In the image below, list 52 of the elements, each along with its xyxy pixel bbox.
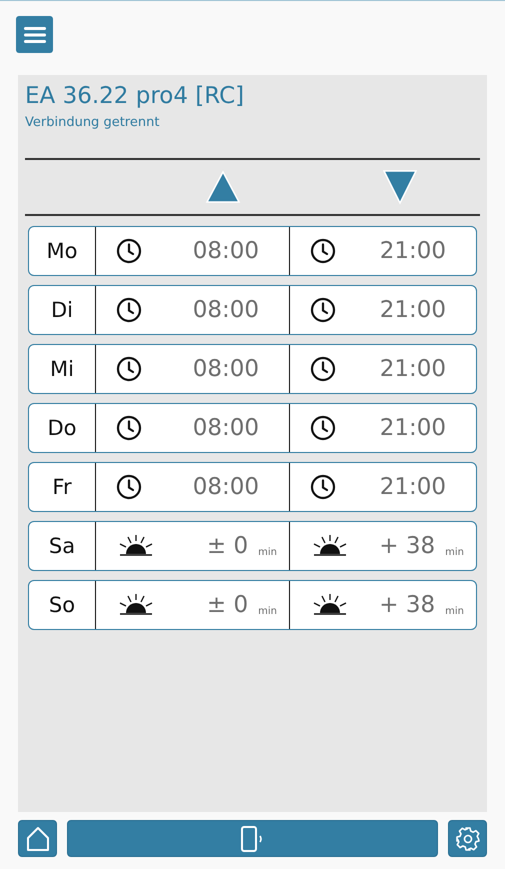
settings-icon [454,826,480,852]
offset-value: ± 0 [206,533,248,559]
day-label: Sa [29,522,96,570]
home-button[interactable] [18,820,57,857]
day-label: So [29,581,96,629]
device-title: EA 36.22 pro4 [RC] [25,83,246,109]
connection-status: Verbindung getrennt [25,115,160,130]
time-value: 21:00 [380,474,446,500]
day-label: Mo [29,227,96,275]
unit-label: min [445,546,464,558]
schedule-row[interactable]: Di 08:00 21:00 [28,285,477,335]
time-value: 08:00 [192,297,259,323]
clock-icon [310,415,336,441]
clock-icon [116,356,142,382]
time-value: 08:00 [192,356,259,382]
menu-button[interactable] [16,16,53,53]
up-triangle-icon [205,170,241,204]
unit-label: min [445,606,464,616]
menu-icon [22,24,46,44]
time-value: 21:00 [380,415,446,441]
unit-label: min [258,546,277,558]
time-value: 21:00 [380,297,446,323]
day-label: Di [29,286,96,334]
home-icon [26,826,50,852]
clock-icon [310,297,336,323]
time-value: 08:00 [192,415,259,441]
down-triangle-icon [382,169,418,205]
clock-icon [116,238,142,264]
schedule-row[interactable]: Do 08:00 21:00 [28,403,477,453]
clock-icon [310,238,336,264]
unit-label: min [258,606,277,616]
clock-icon [116,297,142,323]
settings-button[interactable] [448,820,487,857]
time-value: 21:00 [380,356,446,382]
time-value: 08:00 [192,238,259,264]
day-label: Do [29,404,96,452]
offset-value: + 38 [379,592,436,618]
schedule-row[interactable]: Sa ± 0 min + 38 min [28,521,477,571]
clock-icon [310,474,336,500]
schedule-row[interactable]: Mo 08:00 21:00 [28,226,477,276]
offset-value: ± 0 [206,592,248,618]
clock-icon [116,474,142,500]
day-label: Fr [29,463,96,511]
schedule-row[interactable]: So ± 0 min + 38 min [28,580,477,630]
clock-icon [116,415,142,441]
time-value: 21:00 [380,238,446,264]
clock-icon [310,356,336,382]
offset-value: + 38 [379,533,436,559]
day-label: Mi [29,345,96,393]
time-value: 08:00 [192,474,259,500]
schedule-row[interactable]: Mi 08:00 21:00 [28,344,477,394]
schedule-row[interactable]: Fr 08:00 21:00 [28,462,477,512]
